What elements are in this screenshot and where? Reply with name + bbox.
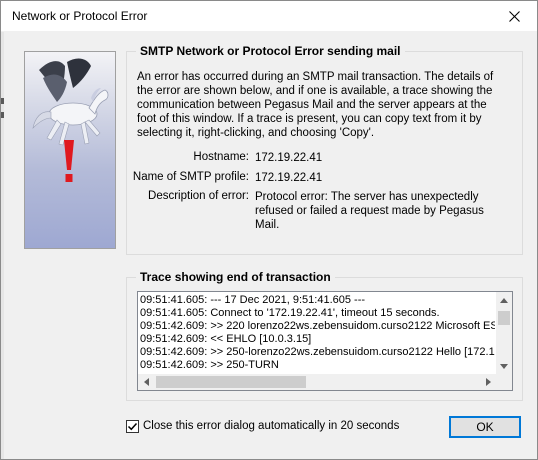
background-window-edge bbox=[1, 32, 4, 459]
ok-button[interactable]: OK bbox=[449, 416, 521, 438]
trace-listbox[interactable]: 09:51:41.605: --- 17 Dec 2021, 9:51:41.6… bbox=[137, 291, 513, 391]
error-description-value: Protocol error: The server has unexpecte… bbox=[255, 191, 484, 231]
smtp-profile-value: 172.19.22.41 bbox=[255, 172, 323, 184]
error-description-label: Description of error: bbox=[148, 190, 249, 202]
auto-close-label[interactable]: Close this error dialog automatically in… bbox=[143, 420, 399, 432]
trace-line[interactable]: 09:51:42.609: >> 250-lorenzo22ws.zebensu… bbox=[140, 346, 495, 359]
vertical-scroll-thumb[interactable] bbox=[498, 311, 510, 325]
error-dialog: Network or Protocol Error SMTP Network o… bbox=[0, 0, 538, 460]
trace-line[interactable]: 09:51:41.605: Connect to '172.19.22.41',… bbox=[140, 307, 495, 320]
trace-group-title: Trace showing end of transaction bbox=[136, 270, 335, 284]
trace-line[interactable]: 09:51:42.609: << EHLO [10.0.3.15] bbox=[140, 333, 495, 346]
trace-line[interactable]: 09:51:41.605: --- 17 Dec 2021, 9:51:41.6… bbox=[140, 294, 495, 307]
scroll-right-arrow-icon[interactable] bbox=[480, 374, 496, 390]
auto-close-checkbox[interactable] bbox=[126, 420, 139, 433]
vertical-scrollbar[interactable] bbox=[496, 292, 512, 374]
error-group-title: SMTP Network or Protocol Error sending m… bbox=[136, 44, 405, 58]
trace-line[interactable]: 09:51:42.609: >> 250-TURN bbox=[140, 359, 495, 372]
trace-lines: 09:51:41.605: --- 17 Dec 2021, 9:51:41.6… bbox=[140, 294, 495, 372]
horizontal-scrollbar[interactable] bbox=[138, 374, 496, 390]
checkmark-icon bbox=[127, 422, 138, 431]
pegasus-graphic bbox=[24, 51, 116, 249]
trace-line[interactable]: 09:51:42.609: >> 220 lorenzo22ws.zebensu… bbox=[140, 320, 495, 333]
window-title: Network or Protocol Error bbox=[12, 9, 148, 23]
hostname-label: Hostname: bbox=[193, 151, 249, 163]
scroll-left-arrow-icon[interactable] bbox=[138, 374, 154, 390]
scroll-up-arrow-icon[interactable] bbox=[496, 292, 512, 308]
hostname-value: 172.19.22.41 bbox=[255, 152, 323, 164]
close-icon bbox=[508, 10, 520, 22]
close-button[interactable] bbox=[491, 1, 537, 31]
scrollbar-corner bbox=[496, 374, 512, 390]
exclamation-icon bbox=[64, 140, 74, 182]
error-intro-text: An error has occurred during an SMTP mai… bbox=[137, 71, 494, 139]
scroll-down-arrow-icon[interactable] bbox=[496, 358, 512, 374]
error-details-group: SMTP Network or Protocol Error sending m… bbox=[126, 44, 523, 255]
horizontal-scroll-thumb[interactable] bbox=[156, 376, 306, 388]
smtp-profile-label: Name of SMTP profile: bbox=[132, 171, 249, 183]
title-bar: Network or Protocol Error bbox=[1, 1, 537, 31]
